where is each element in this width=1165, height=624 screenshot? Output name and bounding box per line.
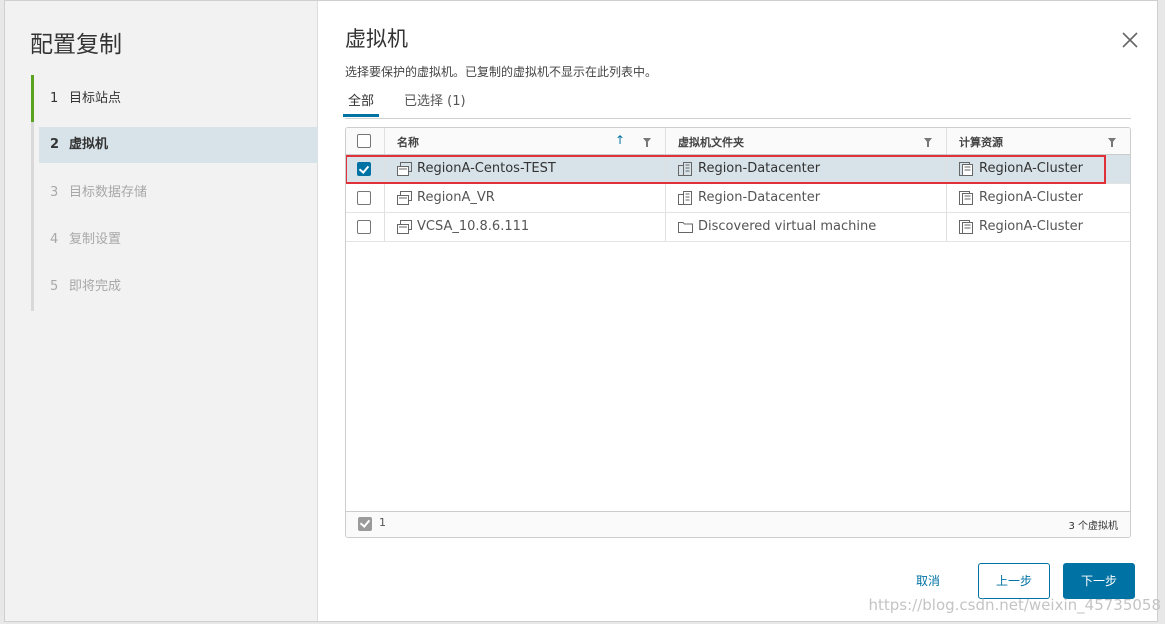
column-label: 名称 xyxy=(397,136,419,149)
vm-name: RegionA_VR xyxy=(417,190,495,205)
step-number: 5 xyxy=(50,279,59,294)
vm-datagrid: 名称 ↑ 虚拟机文件夹 计算资源 RegionA-Centos-TEST Reg… xyxy=(345,127,1131,538)
back-button[interactable]: 上一步 xyxy=(978,563,1050,599)
tab-all[interactable]: 全部 xyxy=(343,91,380,117)
wizard-steps: 1 目标站点 2 虚拟机 3 目标数据存储 4 复制设置 5 即将完成 xyxy=(31,75,318,311)
page-title: 虚拟机 xyxy=(345,27,408,51)
grid-header: 名称 ↑ 虚拟机文件夹 计算资源 xyxy=(346,128,1130,155)
step-label: 即将完成 xyxy=(69,279,122,294)
datacenter-icon xyxy=(678,161,692,176)
selected-count: 1 xyxy=(379,516,386,529)
watermark: https://blog.csdn.net/weixin_45735058 xyxy=(868,596,1161,614)
column-vm-folder[interactable]: 虚拟机文件夹 xyxy=(666,128,947,154)
cluster-icon xyxy=(959,190,973,205)
name-cell: RegionA_VR xyxy=(385,184,666,212)
cluster-icon xyxy=(959,161,973,176)
resource-cell: RegionA-Cluster xyxy=(947,213,1130,241)
vm-folder: Region-Datacenter xyxy=(698,190,821,205)
next-button[interactable]: 下一步 xyxy=(1063,563,1135,599)
folder-cell: Region-Datacenter xyxy=(666,184,947,212)
close-icon[interactable] xyxy=(1121,31,1139,49)
step-number: 4 xyxy=(50,232,59,247)
wizard-sidebar: 配置复制 1 目标站点 2 虚拟机 3 目标数据存储 4 复制设置 5 即将完成 xyxy=(5,1,318,621)
step-number: 2 xyxy=(50,137,60,152)
vm-icon xyxy=(397,219,412,234)
column-compute-resource[interactable]: 计算资源 xyxy=(947,128,1130,154)
vm-name: RegionA-Centos-TEST xyxy=(417,161,556,176)
step-ready-to-complete: 5 即将完成 xyxy=(31,263,318,310)
page-subtitle: 选择要保护的虚拟机。已复制的虚拟机不显示在此列表中。 xyxy=(345,65,658,79)
sort-ascending-icon[interactable]: ↑ xyxy=(615,133,625,147)
vm-folder: Region-Datacenter xyxy=(698,161,821,176)
resource-cell: RegionA-Cluster xyxy=(947,155,1130,183)
step-replication-settings: 4 复制设置 xyxy=(31,216,318,263)
filter-icon[interactable] xyxy=(1108,138,1116,147)
row-check-cell xyxy=(346,184,385,212)
compute-resource: RegionA-Cluster xyxy=(979,219,1083,234)
row-check-cell xyxy=(346,213,385,241)
column-name[interactable]: 名称 ↑ xyxy=(385,128,666,154)
vm-folder: Discovered virtual machine xyxy=(698,219,877,234)
compute-resource: RegionA-Cluster xyxy=(979,161,1083,176)
wizard-content: 虚拟机 选择要保护的虚拟机。已复制的虚拟机不显示在此列表中。 全部 已选择 (1… xyxy=(318,1,1157,621)
grid-footer: 1 3 个虚拟机 xyxy=(346,511,1130,537)
column-label: 计算资源 xyxy=(959,136,1003,149)
table-row[interactable]: VCSA_10.8.6.111 Discovered virtual machi… xyxy=(346,213,1130,242)
folder-cell: Discovered virtual machine xyxy=(666,213,947,241)
configure-replication-dialog: 配置复制 1 目标站点 2 虚拟机 3 目标数据存储 4 复制设置 5 即将完成 虚拟机 … xyxy=(4,0,1158,622)
folder-cell: Region-Datacenter xyxy=(666,155,947,183)
vm-name: VCSA_10.8.6.111 xyxy=(417,219,530,234)
step-target-site[interactable]: 1 目标站点 xyxy=(31,75,318,122)
table-row[interactable]: RegionA-Centos-TEST Region-Datacenter Re… xyxy=(346,155,1130,184)
total-count: 3 个虚拟机 xyxy=(1068,521,1118,532)
selected-check-icon xyxy=(358,517,372,531)
name-cell: VCSA_10.8.6.111 xyxy=(385,213,666,241)
select-all-checkbox[interactable] xyxy=(357,134,371,148)
row-check-cell xyxy=(346,155,385,183)
vm-icon xyxy=(397,161,412,176)
filter-icon[interactable] xyxy=(924,138,932,147)
step-number: 3 xyxy=(50,185,59,200)
select-all-cell xyxy=(346,128,385,154)
name-cell: RegionA-Centos-TEST xyxy=(385,155,666,183)
column-label: 虚拟机文件夹 xyxy=(678,136,744,149)
compute-resource: RegionA-Cluster xyxy=(979,190,1083,205)
vm-icon xyxy=(397,190,412,205)
step-target-datastore: 3 目标数据存储 xyxy=(31,169,318,216)
table-row[interactable]: RegionA_VR Region-Datacenter RegionA-Clu… xyxy=(346,184,1130,213)
folder-icon xyxy=(678,221,693,233)
resource-cell: RegionA-Cluster xyxy=(947,184,1130,212)
step-label: 目标站点 xyxy=(69,91,122,106)
row-checkbox[interactable] xyxy=(357,220,371,234)
cluster-icon xyxy=(959,219,973,234)
row-checkbox[interactable] xyxy=(357,191,371,205)
step-label: 目标数据存储 xyxy=(69,185,148,200)
row-checkbox[interactable] xyxy=(357,162,371,176)
step-label: 复制设置 xyxy=(69,232,122,247)
tab-bar: 全部 已选择 (1) xyxy=(343,91,1131,119)
step-number: 1 xyxy=(50,91,59,106)
wizard-title: 配置复制 xyxy=(30,32,122,58)
step-virtual-machines[interactable]: 2 虚拟机 xyxy=(39,127,318,163)
filter-icon[interactable] xyxy=(643,138,651,147)
step-label: 虚拟机 xyxy=(69,137,109,152)
datacenter-icon xyxy=(678,190,692,205)
cancel-button[interactable]: 取消 xyxy=(893,563,963,599)
tab-selected[interactable]: 已选择 (1) xyxy=(399,91,471,117)
